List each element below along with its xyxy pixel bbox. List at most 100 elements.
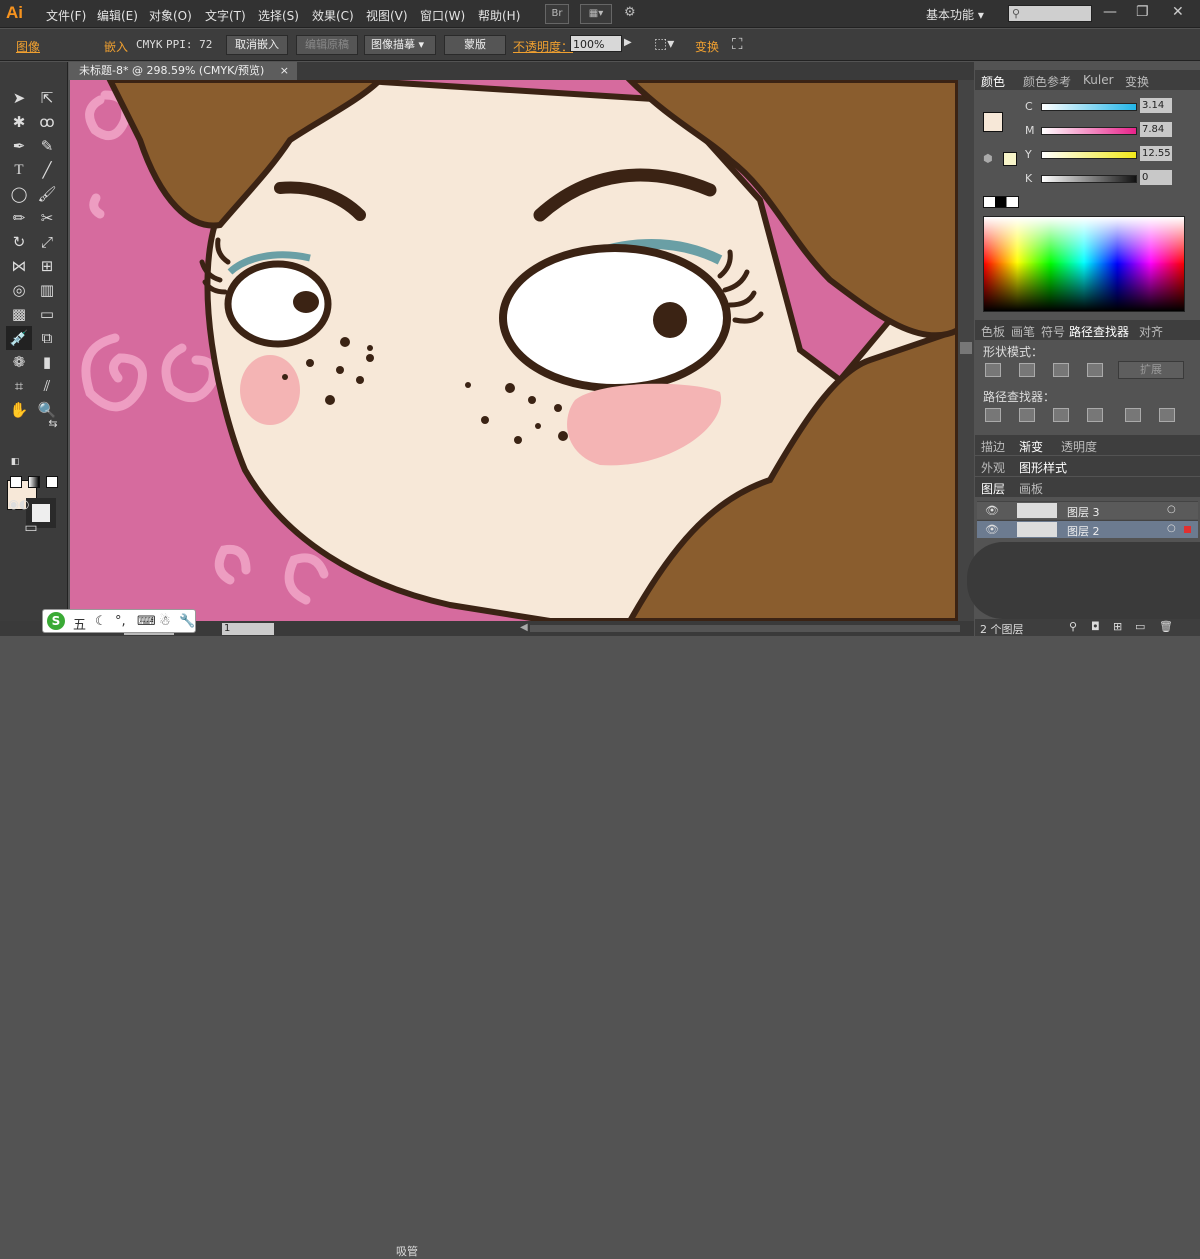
ime-skin-icon[interactable]: ☃	[159, 614, 171, 629]
menu-effect[interactable]: 效果(C)	[312, 7, 354, 24]
image-trace-button[interactable]: 图像描摹 ▾	[364, 35, 436, 55]
paintbrush-tool-icon[interactable]: 🖌	[34, 182, 60, 206]
ime-tools-icon[interactable]: 🔧	[179, 614, 195, 629]
tab-pathfinder[interactable]: 路径查找器	[1069, 323, 1129, 340]
search-input[interactable]: ⚲	[1008, 5, 1092, 22]
scale-tool-icon[interactable]: ⤢	[34, 230, 60, 254]
bridge-button[interactable]: Br	[545, 4, 569, 24]
tab-swatches[interactable]: 色板	[981, 323, 1005, 340]
menu-type[interactable]: 文字(T)	[205, 7, 246, 24]
layer-name[interactable]: 图层 3	[1067, 504, 1100, 520]
black-slider[interactable]	[1041, 175, 1137, 183]
yellow-slider[interactable]	[1041, 151, 1137, 159]
column-graph-tool-icon[interactable]: ▮	[34, 350, 60, 374]
vertical-scroll-thumb[interactable]	[960, 342, 972, 354]
close-icon[interactable]: ✕	[1172, 4, 1184, 20]
color-mode-icon[interactable]	[10, 476, 22, 488]
color-spectrum[interactable]	[983, 216, 1185, 312]
scissors-tool-icon[interactable]: ✂	[34, 206, 60, 230]
arrange-documents-icon[interactable]: ▦▾	[580, 4, 612, 24]
minus-back-icon[interactable]	[1159, 408, 1175, 422]
layer-selection-indicator[interactable]	[1184, 526, 1191, 533]
menu-help[interactable]: 帮助(H)	[478, 7, 520, 24]
out-of-gamut-swatch[interactable]	[1003, 152, 1017, 166]
yellow-value[interactable]: 12.55	[1140, 146, 1172, 161]
opacity-label[interactable]: 不透明度：	[513, 38, 573, 55]
tab-kuler[interactable]: Kuler	[1083, 73, 1114, 87]
blend-tool-icon[interactable]: ⧉	[34, 326, 60, 350]
page-number-field[interactable]: 1	[222, 623, 274, 635]
ime-keyboard-icon[interactable]: ⌨	[137, 614, 156, 629]
tab-layers[interactable]: 图层	[981, 480, 1005, 497]
isolate-icon[interactable]: ⛶	[732, 35, 743, 53]
tab-appearance[interactable]: 外观	[981, 459, 1005, 476]
pen-tool-icon[interactable]: ✒	[6, 134, 32, 158]
close-tab-icon[interactable]: ×	[280, 62, 289, 80]
tab-transparency[interactable]: 透明度	[1061, 438, 1097, 455]
trim-icon[interactable]	[1019, 408, 1035, 422]
lasso-tool-icon[interactable]: ꝏ	[34, 110, 60, 134]
menu-view[interactable]: 视图(V)	[366, 7, 408, 24]
minimize-icon[interactable]: —	[1103, 4, 1117, 20]
intersect-icon[interactable]	[1053, 363, 1069, 377]
layer-target-icon[interactable]: ○	[1167, 523, 1176, 534]
free-transform-tool-icon[interactable]: ⊞	[34, 254, 60, 278]
unite-icon[interactable]	[985, 363, 1001, 377]
rotate-tool-icon[interactable]: ↻	[6, 230, 32, 254]
outline-icon[interactable]	[1125, 408, 1141, 422]
divide-icon[interactable]	[985, 408, 1001, 422]
delete-layer-icon[interactable]: 🗑	[1159, 620, 1173, 633]
layer-row[interactable]: 👁 图层 2 ○	[977, 520, 1198, 538]
locate-object-icon[interactable]: ⚲	[1069, 620, 1077, 633]
vertical-scrollbar[interactable]	[958, 80, 974, 621]
tab-brushes[interactable]: 画笔	[1011, 323, 1035, 340]
scroll-left-icon[interactable]: ◀	[520, 622, 528, 633]
mask-button[interactable]: 蒙版	[444, 35, 506, 55]
object-type-label[interactable]: 图像	[16, 38, 40, 55]
transform-label[interactable]: 变换	[695, 38, 719, 55]
magenta-value[interactable]: 7.84	[1140, 122, 1172, 137]
black-value[interactable]: 0	[1140, 170, 1172, 185]
artboard-canvas[interactable]	[70, 80, 958, 621]
tab-symbols[interactable]: 符号	[1041, 323, 1065, 340]
restore-icon[interactable]: ❐	[1136, 4, 1149, 20]
tab-stroke[interactable]: 描边	[981, 438, 1005, 455]
selection-tool-icon[interactable]: ➤	[6, 86, 32, 110]
none-black-white-swatches[interactable]	[983, 196, 1019, 208]
merge-icon[interactable]	[1053, 408, 1069, 422]
hand-tool-icon[interactable]: ✋	[6, 398, 32, 422]
layer-name[interactable]: 图层 2	[1067, 523, 1100, 539]
shape-builder-tool-icon[interactable]: ◎	[6, 278, 32, 302]
magic-wand-tool-icon[interactable]: ✱	[6, 110, 32, 134]
direct-selection-tool-icon[interactable]: ⇱	[34, 86, 60, 110]
ime-moon-icon[interactable]: ☾	[95, 614, 107, 629]
ime-toolbar[interactable]: S 五 ☾ °, ⌨ ☃ 🔧	[42, 609, 196, 633]
workspace-switcher[interactable]: 基本功能 ▾	[926, 6, 984, 23]
line-tool-icon[interactable]: ╱	[34, 158, 60, 182]
menu-edit[interactable]: 编辑(E)	[97, 7, 138, 24]
select-similar-icon[interactable]: ⬚▾	[654, 36, 674, 52]
tab-transform[interactable]: 变换	[1125, 73, 1149, 90]
tab-color[interactable]: 颜色	[981, 73, 1005, 90]
color-panel-fill-swatch[interactable]	[983, 112, 1003, 132]
perspective-grid-tool-icon[interactable]: ▥	[34, 278, 60, 302]
tab-artboards[interactable]: 画板	[1019, 480, 1043, 497]
opacity-dropdown-icon[interactable]: ▶	[624, 37, 632, 48]
gradient-mode-icon[interactable]	[28, 476, 40, 488]
eyedropper-tool-icon[interactable]: 💉	[6, 326, 32, 350]
symbol-sprayer-tool-icon[interactable]: ❁	[6, 350, 32, 374]
tab-gradient[interactable]: 渐变	[1019, 438, 1043, 455]
minus-front-icon[interactable]	[1019, 363, 1035, 377]
crop-icon[interactable]	[1087, 408, 1103, 422]
draw-normal-icon[interactable]: ◉◐	[6, 492, 32, 516]
artboard-tool-icon[interactable]: ⌗	[6, 374, 32, 398]
visibility-eye-icon[interactable]: 👁	[985, 523, 999, 536]
mesh-tool-icon[interactable]: ▩	[6, 302, 32, 326]
tab-graphic-styles[interactable]: 图形样式	[1019, 459, 1067, 476]
ellipse-tool-icon[interactable]: ◯	[6, 182, 32, 206]
curvature-tool-icon[interactable]: ✎	[34, 134, 60, 158]
document-tab[interactable]: 未标题-8* @ 298.59% (CMYK/预览) ×	[69, 62, 297, 80]
edit-original-button[interactable]: 编辑原稿	[296, 35, 358, 55]
menu-select[interactable]: 选择(S)	[258, 7, 299, 24]
layer-row[interactable]: 👁 图层 3 ○	[977, 501, 1198, 519]
